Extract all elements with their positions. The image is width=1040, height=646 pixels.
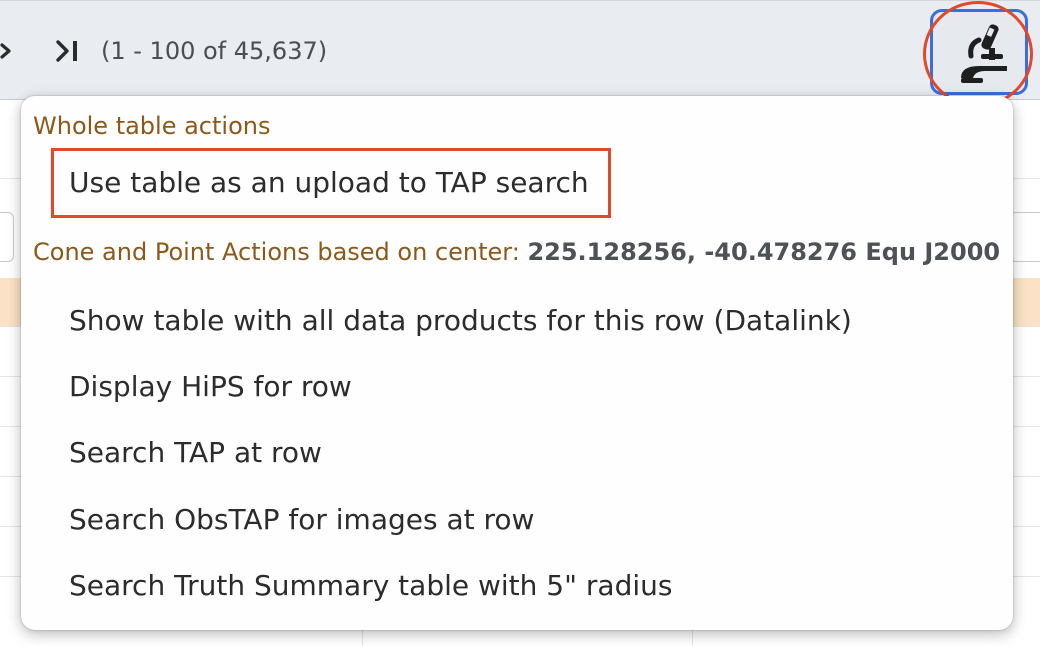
row-count-label: (1 - 100 of 45,637) <box>101 37 328 65</box>
section-title-cone: Cone and Point Actions based on center: … <box>33 236 1000 268</box>
microscope-icon <box>961 24 1007 83</box>
table-actions-button[interactable] <box>930 9 1028 95</box>
table-toolbar: (1 - 100 of 45,637) <box>0 0 1040 107</box>
section-title-cone-label: Cone and Point Actions based on center: <box>33 238 528 266</box>
menu-item-search-tap[interactable]: Search TAP at row <box>69 435 322 471</box>
last-page-icon[interactable] <box>52 37 86 65</box>
section-title-whole-table: Whole table actions <box>33 112 271 140</box>
menu-item-search-truth-summary[interactable]: Search Truth Summary table with 5" radiu… <box>69 568 672 604</box>
menu-item-datalink[interactable]: Show table with all data products for th… <box>69 303 852 339</box>
menu-item-search-obstap[interactable]: Search ObsTAP for images at row <box>69 502 534 538</box>
menu-item-upload-tap[interactable]: Use table as an upload to TAP search <box>69 165 589 201</box>
filter-input[interactable] <box>1010 212 1040 262</box>
table-actions-menu: Whole table actions Use table as an uplo… <box>21 96 1013 630</box>
center-coordinates: 225.128256, -40.478276 Equ J2000 <box>527 238 1001 266</box>
filter-input[interactable] <box>0 212 14 262</box>
chevron-right-icon[interactable] <box>0 37 18 65</box>
menu-item-display-hips[interactable]: Display HiPS for row <box>69 369 352 405</box>
